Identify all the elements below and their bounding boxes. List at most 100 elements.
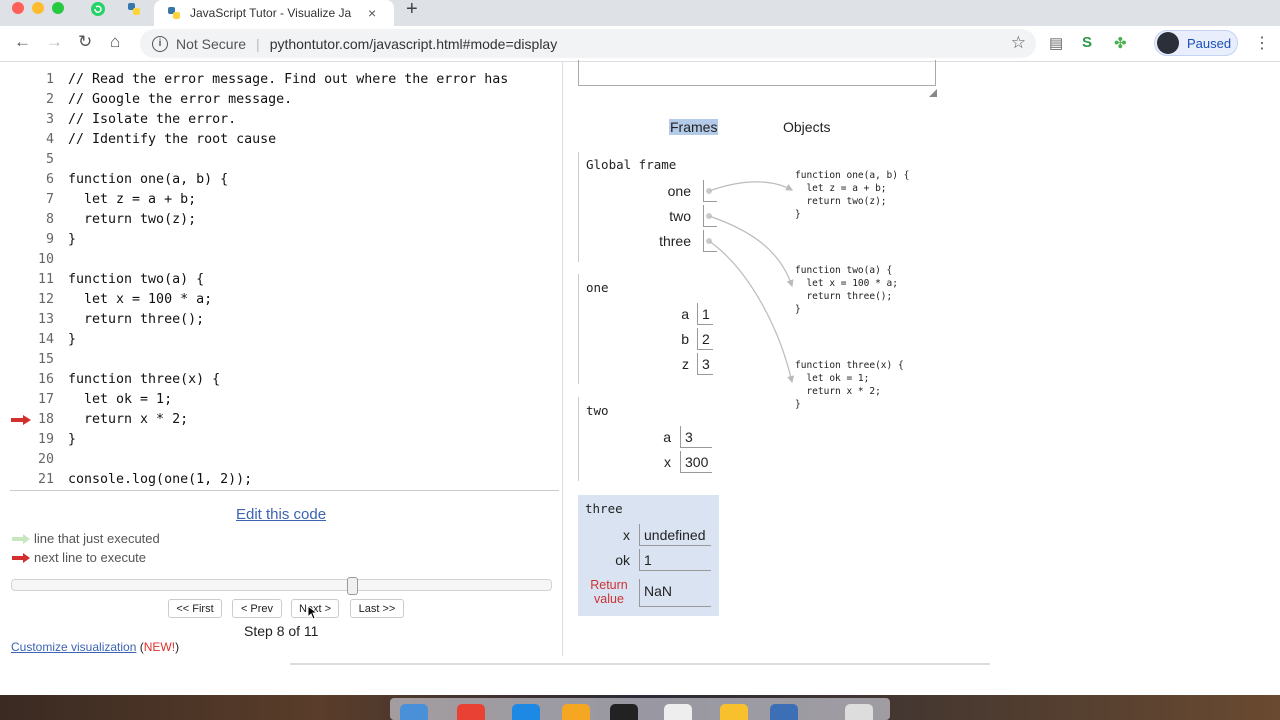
- customize-link[interactable]: Customize visualization: [11, 640, 136, 654]
- line-number: 15: [37, 352, 54, 367]
- code-line: 3 // Isolate the error.: [10, 110, 560, 130]
- frame-two: two a x 3 300: [578, 397, 718, 481]
- home-icon[interactable]: ⌂: [110, 32, 120, 52]
- security-label: Not Secure: [176, 35, 247, 52]
- line-number: 12: [37, 292, 54, 307]
- function-object-three: function three(x) { let ok = 1; return x…: [795, 360, 904, 410]
- panel-divider: [562, 62, 563, 656]
- frame-two-val-a: 3: [680, 426, 712, 448]
- url-text[interactable]: pythontutor.com/javascript.html#mode=dis…: [270, 36, 558, 52]
- global-frame: Global frame one two three: [578, 152, 718, 262]
- line-text: console.log(one(1, 2));: [68, 472, 253, 487]
- line-text: // Identify the root cause: [68, 132, 277, 147]
- frame-three-val-ok: 1: [639, 549, 711, 571]
- return-value-label: Return value: [590, 578, 628, 606]
- python-icon: [168, 7, 180, 19]
- terminal-dock-icon[interactable]: [610, 704, 638, 720]
- code-line: 21 console.log(one(1, 2));: [10, 470, 560, 490]
- frame-three-return-value: NaN: [639, 579, 711, 607]
- line-number: 8: [45, 212, 54, 227]
- frame-three: three x ok undefined 1 Return value NaN: [578, 495, 719, 616]
- code-line: 10: [10, 250, 560, 270]
- frame-one-var-b: b: [681, 331, 689, 347]
- line-text: return three();: [68, 312, 205, 327]
- edit-code-link[interactable]: Edit this code: [236, 506, 326, 523]
- reader-extension-icon[interactable]: ▤: [1049, 34, 1063, 52]
- last-button[interactable]: Last >>: [350, 599, 404, 618]
- window-maximize-button[interactable]: [52, 2, 64, 14]
- code-line: 4 // Identify the root cause: [10, 130, 560, 150]
- menu-kebab-icon[interactable]: ⋮: [1254, 33, 1270, 53]
- resize-handle-icon[interactable]: [929, 89, 937, 97]
- window-minimize-button[interactable]: [32, 2, 44, 14]
- profile-status-label: Paused: [1187, 35, 1232, 51]
- legend-next: next line to execute: [12, 550, 146, 565]
- finder-dock-icon[interactable]: [400, 704, 428, 720]
- step-slider-handle[interactable]: [347, 577, 358, 595]
- code-line: 6 function one(a, b) {: [10, 170, 560, 190]
- pinned-tab-whatsapp[interactable]: [80, 0, 116, 18]
- whatsapp-icon: [91, 2, 105, 16]
- line-number: 14: [37, 332, 54, 347]
- frame-three-name: three: [585, 501, 623, 516]
- frame-two-name: two: [586, 403, 609, 418]
- mouse-cursor-icon: [307, 605, 317, 620]
- line-text: let ok = 1;: [68, 392, 173, 407]
- line-number: 7: [45, 192, 54, 207]
- vscode-dock-icon[interactable]: [512, 704, 540, 720]
- frames-header: Frames: [669, 119, 719, 135]
- frame-three-var-ok: ok: [615, 552, 630, 568]
- omnibox-separator: |: [256, 35, 260, 52]
- tab-bar: JavaScript Tutor - Visualize Ja × +: [0, 0, 1280, 26]
- forward-icon[interactable]: →: [46, 32, 63, 52]
- info-icon[interactable]: i: [152, 35, 168, 52]
- reload-icon[interactable]: ↻: [78, 32, 92, 52]
- back-icon[interactable]: ←: [14, 32, 31, 52]
- first-button[interactable]: << First: [168, 599, 222, 618]
- function-object-one: function one(a, b) { let z = a + b; retu…: [795, 170, 910, 220]
- new-tab-button[interactable]: +: [406, 0, 418, 21]
- app-dock-icon[interactable]: [720, 704, 748, 720]
- line-number: 18: [37, 412, 54, 427]
- code-line: 19}: [10, 430, 560, 450]
- line-text: }: [68, 432, 77, 447]
- global-frame-name: Global frame: [586, 157, 677, 172]
- red-arrow-icon: [12, 552, 30, 563]
- output-textarea[interactable]: [578, 60, 936, 86]
- line-number: 5: [45, 152, 54, 167]
- line-text: function three(x) {: [68, 372, 221, 387]
- line-text: // Isolate the error.: [68, 112, 237, 127]
- tab-close-icon[interactable]: ×: [368, 5, 376, 21]
- frame-one-var-a: a: [681, 306, 689, 322]
- slack-dock-icon[interactable]: [664, 704, 692, 720]
- tab-javascript-tutor[interactable]: JavaScript Tutor - Visualize Ja ×: [154, 0, 394, 26]
- customize-row: Customize visualization (NEW!): [11, 640, 179, 654]
- pointer-arrows: [706, 181, 795, 384]
- line-text: function two(a) {: [68, 272, 205, 287]
- pinned-tab-python[interactable]: [116, 0, 152, 18]
- chrome-dock-icon[interactable]: [457, 704, 485, 720]
- frame-three-val-x: undefined: [639, 524, 711, 546]
- window-close-button[interactable]: [12, 2, 24, 14]
- step-slider[interactable]: [11, 579, 552, 591]
- line-text: return two(z);: [68, 212, 197, 227]
- line-number: 9: [45, 232, 54, 247]
- bookmark-star-icon[interactable]: ☆: [1011, 33, 1026, 53]
- legend-executed: line that just executed: [12, 531, 160, 546]
- global-var-two: two: [669, 208, 691, 224]
- trash-dock-icon[interactable]: [845, 704, 873, 720]
- code-divider: [10, 490, 559, 491]
- code-line: 1 // Read the error message. Find out whe…: [10, 70, 560, 90]
- line-text: // Read the error message. Find out wher…: [68, 72, 509, 87]
- address-bar[interactable]: i Not Secure | pythontutor.com/javascrip…: [140, 29, 1036, 58]
- code-line: 9}: [10, 230, 560, 250]
- sublime-dock-icon[interactable]: [562, 704, 590, 720]
- prev-button[interactable]: < Prev: [232, 599, 282, 618]
- line-number: 20: [37, 452, 54, 467]
- profile-paused-button[interactable]: Paused: [1154, 30, 1238, 56]
- objects-header: Objects: [783, 119, 831, 135]
- line-number: 10: [37, 252, 54, 267]
- s-extension-icon[interactable]: S: [1082, 34, 1092, 51]
- browser-dock-icon[interactable]: [770, 704, 798, 720]
- puzzle-extension-icon[interactable]: ✤: [1114, 34, 1127, 52]
